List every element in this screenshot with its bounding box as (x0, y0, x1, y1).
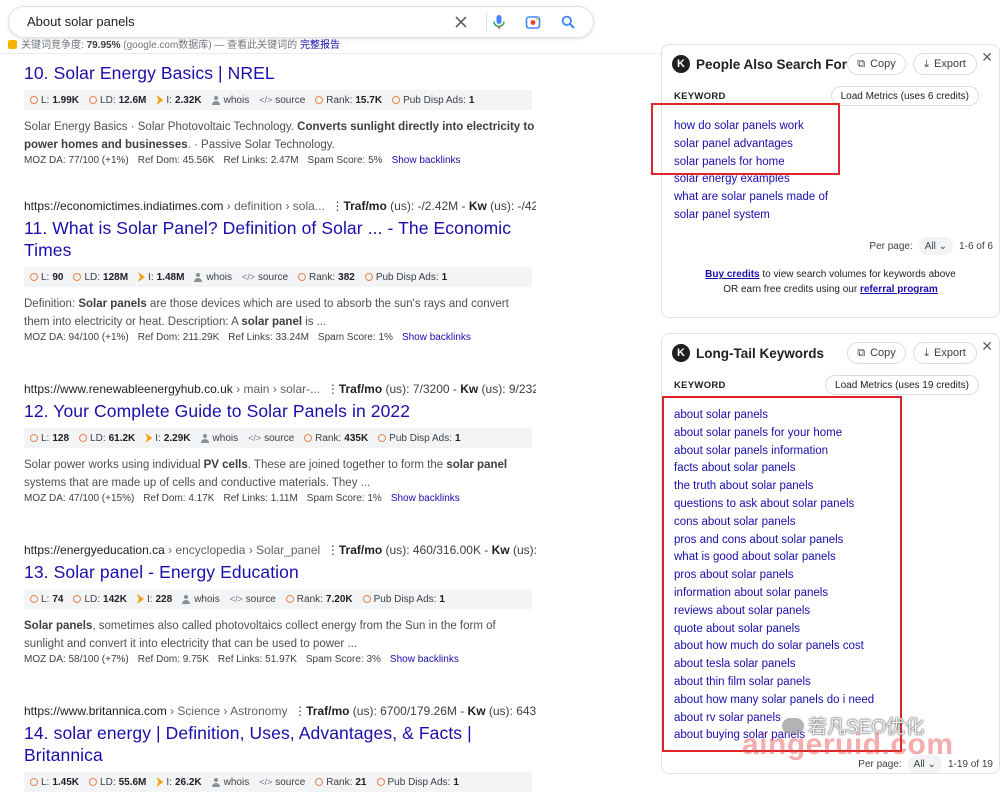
per-page-select[interactable]: All ⌄ (918, 237, 954, 255)
keyword-item[interactable]: what are solar panels made of (674, 189, 828, 207)
seo-metrics-bar: L: 1.99K LD: 12.6M I: 2.32K whois </> source… (24, 90, 532, 110)
competition-icon (8, 40, 17, 49)
source-link[interactable]: </> source (242, 272, 288, 283)
result-title-link[interactable]: 12. Your Complete Guide to Solar Panels … (24, 400, 536, 422)
whois-link[interactable]: whois (211, 95, 249, 106)
copy-button[interactable]: ⧉ Copy (847, 342, 906, 364)
clear-icon[interactable] (451, 12, 471, 32)
source-link[interactable]: </> source (259, 95, 305, 106)
result-snippet: Definition: Solar panels are those devic… (24, 298, 509, 328)
credits-notice: Buy credits to view search volumes for k… (705, 269, 956, 295)
seo-metrics-bar: L: 74 LD: 142K I: 228 whois </> source Rank:… (24, 589, 532, 609)
seo-metrics-bar: L: 1.45K LD: 55.6M I: 26.2K whois </> source… (24, 772, 532, 792)
buy-credits-link[interactable]: Buy credits (705, 269, 759, 280)
search-result-11: https://economictimes.indiatimes.com › d… (24, 199, 536, 343)
show-backlinks-link[interactable]: Show backlinks (390, 654, 459, 665)
source-link[interactable]: </> source (230, 594, 276, 605)
seo-metrics-bar: L: 128 LD: 61.2K I: 2.29K whois </> source R… (24, 428, 532, 448)
whois-link[interactable]: whois (211, 777, 249, 788)
people-also-search-panel: K People Also Search For ⧉ Copy ⤓ Export ✕… (661, 44, 1000, 318)
keyword-column-header: KEYWORD (674, 91, 726, 102)
source-link[interactable]: </> source (248, 433, 294, 444)
keyword-column-header: KEYWORD (674, 380, 726, 391)
source-link[interactable]: </> source (259, 777, 305, 788)
search-input[interactable]: About solar panels (27, 14, 135, 29)
keyword-competition-line: 关键词竞争度: 79.95% (google.com数据库) — 查看此关键词的… (8, 36, 340, 51)
show-backlinks-link[interactable]: Show backlinks (391, 493, 460, 504)
result-url[interactable]: https://www.britannica.com › Science › A… (24, 704, 536, 720)
moz-metrics: MOZ DA: 58/100 (+7%) Ref Dom: 9.75K Ref Li… (24, 654, 459, 665)
search-result-13: https://energyeducation.ca › encyclopedi… (24, 543, 536, 665)
watermark-domain: aingeruid.com (742, 728, 954, 761)
load-metrics-button[interactable]: Load Metrics (uses 6 credits) (830, 86, 979, 106)
whois-link[interactable]: whois (194, 272, 232, 283)
keywords-everywhere-logo-icon: K (672, 344, 690, 362)
result-title-link[interactable]: 11. What is Solar Panel? Definition of S… (24, 217, 536, 261)
referral-program-link[interactable]: referral program (860, 284, 938, 295)
whois-link[interactable]: whois (182, 594, 220, 605)
moz-metrics: MOZ DA: 47/100 (+15%) Ref Dom: 4.17K Ref L… (24, 493, 460, 504)
export-button[interactable]: ⤓ Export (913, 53, 977, 75)
seo-metrics-bar: L: 90 LD: 128M I: 1.48M whois </> source Ran… (24, 267, 532, 287)
keyword-item[interactable]: solar panel system (674, 207, 828, 225)
full-report-link[interactable]: 完整报告 (300, 40, 340, 51)
close-icon[interactable]: ✕ (981, 338, 993, 355)
competition-value: 79.95% (86, 40, 121, 51)
search-bar[interactable]: About solar panels (8, 6, 594, 38)
panel-title: K Long-Tail Keywords (672, 344, 824, 362)
result-title-link[interactable]: 13. Solar panel - Energy Education (24, 561, 536, 583)
copy-button[interactable]: ⧉ Copy (847, 53, 906, 75)
microphone-icon[interactable] (489, 12, 509, 32)
show-backlinks-link[interactable]: Show backlinks (402, 332, 471, 343)
result-url[interactable]: https://www.renewableenergyhub.co.uk › m… (24, 382, 536, 398)
whois-link[interactable]: whois (200, 433, 238, 444)
result-snippet: Solar power works using individual PV ce… (24, 459, 508, 489)
download-icon: ⤓ (924, 57, 930, 70)
pagination: Per page: All ⌄ 1-6 of 6 (869, 237, 993, 255)
keywords-everywhere-logo-icon: K (672, 55, 690, 73)
result-title-link[interactable]: 14. solar energy | Definition, Uses, Adv… (24, 722, 536, 766)
camera-lens-icon[interactable] (523, 12, 543, 32)
search-result-14: https://www.britannica.com › Science › A… (24, 704, 536, 792)
highlight-box (662, 396, 902, 752)
result-url[interactable]: https://economictimes.indiatimes.com › d… (24, 199, 536, 215)
search-icon[interactable] (558, 12, 578, 32)
export-button[interactable]: ⤓ Export (913, 342, 977, 364)
search-result-12: https://www.renewableenergyhub.co.uk › m… (24, 382, 536, 504)
highlight-box (651, 103, 840, 175)
moz-metrics: MOZ DA: 77/100 (+1%) Ref Dom: 45.56K Ref L… (24, 155, 461, 166)
copy-icon: ⧉ (857, 346, 866, 359)
result-url[interactable]: https://energyeducation.ca › encyclopedi… (24, 543, 536, 559)
show-backlinks-link[interactable]: Show backlinks (392, 155, 461, 166)
download-icon: ⤓ (924, 346, 930, 359)
result-snippet: Solar Energy Basics · Solar Photovoltaic… (24, 121, 535, 151)
load-metrics-button[interactable]: Load Metrics (uses 19 credits) (825, 375, 979, 395)
result-title-link[interactable]: 10. Solar Energy Basics | NREL (24, 62, 536, 84)
search-divider (486, 13, 487, 31)
moz-metrics: MOZ DA: 94/100 (+1%) Ref Dom: 211.29K Ref … (24, 332, 471, 343)
result-snippet: Solar panels, sometimes also called phot… (24, 620, 496, 650)
search-result-10: 10. Solar Energy Basics | NREL L: 1.99K L… (24, 60, 536, 166)
copy-icon: ⧉ (857, 57, 866, 70)
close-icon[interactable]: ✕ (981, 49, 993, 66)
panel-title: K People Also Search For (672, 55, 847, 73)
